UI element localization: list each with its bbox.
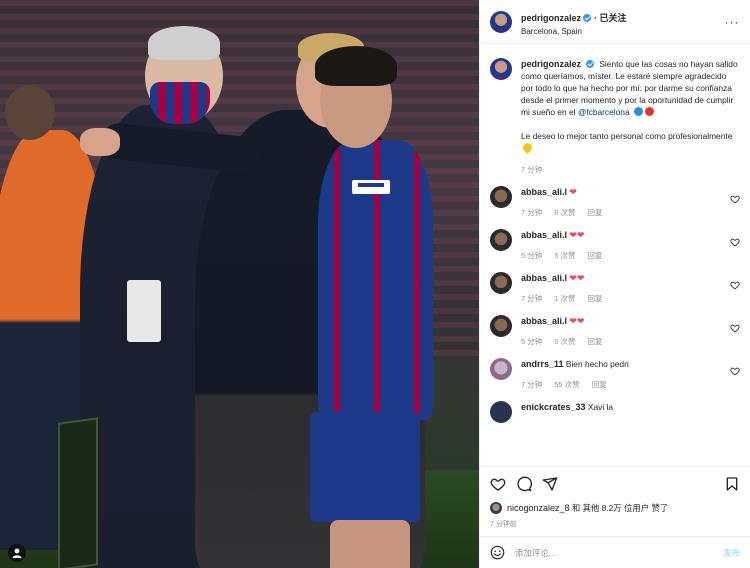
comment-item: enickcrates_33 Xavi la [490,401,740,423]
comment-body: abbas_ali.l ❤ 7 分钟 6 次赞 回复 [521,186,740,218]
bookmark-icon[interactable] [724,476,740,492]
comment-like-heart-icon[interactable] [730,363,740,376]
post-time-ago: 7 分钟前 [490,521,517,528]
comment-body: enickcrates_33 Xavi la [521,401,740,413]
post-actions [480,466,750,500]
comment-time: 7 分钟 [521,294,543,303]
comment-username[interactable]: abbas_ali.l [521,230,567,240]
comment-avatar[interactable] [490,315,512,337]
likes-count-text[interactable]: 和 其他 8.2万 位用户 赞了 [572,502,668,514]
comment-like-heart-icon[interactable] [730,277,740,290]
liker-avatar[interactable] [490,502,502,514]
caption-body-2: Le deseo lo mejor tanto personal como pr… [521,131,733,141]
share-paper-plane-icon[interactable] [542,476,558,492]
following-label[interactable]: · 已关注 [594,13,627,23]
like-heart-icon[interactable] [490,476,506,492]
comment-username[interactable]: abbas_ali.l [521,316,567,326]
instagram-post-view: pedrigonzalez · 已关注 Barcelona, Spain ··· … [0,0,750,568]
comments-scroll[interactable]: pedrigonzalez Siento que las cosas no ha… [480,44,750,466]
comment-item: abbas_ali.l ❤❤ 7 分钟 1 次赞 回复 [490,272,740,304]
comment-username[interactable]: enickcrates_33 [521,402,586,412]
lanyard-badge [127,280,161,342]
player-orange-head [5,85,55,140]
liker-username[interactable]: nicogonzalez_8 [507,503,570,513]
comment-body: abbas_ali.l ❤❤ 5 分钟 5 次赞 回复 [521,315,740,347]
comment-text: Bien hecho pedri [565,359,629,369]
comment-input[interactable] [515,547,724,558]
comment-text: ❤❤ [569,273,585,283]
comment-avatar[interactable] [490,186,512,208]
comment-like-heart-icon[interactable] [730,191,740,204]
comment-avatar[interactable] [490,401,512,423]
sponsor-logo [352,180,390,194]
comment-time: 5 分钟 [521,251,543,260]
comment-time: 7 分钟 [521,380,543,389]
comment-likes[interactable]: 5 次赞 [554,336,575,347]
comment-text: ❤❤ [569,316,585,326]
tagged-user-icon[interactable] [8,544,26,562]
comment-bubble-icon[interactable] [516,476,533,492]
yellow-heart-emoji [521,141,534,154]
verified-icon [586,60,595,68]
comment-like-heart-icon[interactable] [730,234,740,247]
author-meta: pedrigonzalez · 已关注 Barcelona, Spain [521,7,724,37]
comment-username[interactable]: andrrs_11 [521,359,564,369]
comment-text: Xavi la [587,402,614,412]
comment-body: abbas_ali.l ❤❤ 7 分钟 1 次赞 回复 [521,272,740,304]
reply-button[interactable]: 回复 [588,336,603,347]
comment-item: andrrs_11 Bien hecho pedri 7 分钟 55 次赞 回复 [490,358,740,390]
man-mask-hair [148,26,220,60]
mention-link[interactable]: @fcbarcelona [578,107,630,117]
reply-button[interactable]: 回复 [592,379,607,390]
comment-body: abbas_ali.l ❤❤ 5 分钟 5 次赞 回复 [521,229,740,261]
caption-time: 7 分钟 [521,165,543,174]
comment-likes[interactable]: 6 次赞 [554,207,575,218]
verified-icon [583,13,592,22]
reply-button[interactable]: 回复 [588,293,603,304]
comment-username[interactable]: abbas_ali.l [521,187,567,197]
comment-likes[interactable]: 1 次赞 [554,293,575,304]
comment-username[interactable]: abbas_ali.l [521,273,567,283]
comment-item: abbas_ali.l ❤❤ 5 分钟 5 次赞 回复 [490,229,740,261]
more-options-icon[interactable]: ··· [724,15,740,29]
reply-button[interactable]: 回复 [588,250,603,261]
coach-hand [80,128,120,156]
likes-summary: nicogonzalez_8 和 其他 8.2万 位用户 赞了 [480,500,750,516]
emoji-smiley-icon[interactable] [490,545,505,560]
comment-avatar[interactable] [490,272,512,294]
comment-item: abbas_ali.l ❤❤ 5 分钟 5 次赞 回复 [490,315,740,347]
location-link[interactable]: Barcelona, Spain [521,27,724,37]
caption-avatar[interactable] [490,58,512,80]
comment-body: andrrs_11 Bien hecho pedri 7 分钟 55 次赞 回复 [521,358,740,390]
comment-likes[interactable]: 55 次赞 [554,379,579,390]
post-comment-button[interactable]: 发布 [723,547,740,559]
blue-circle-emoji [633,107,643,116]
caption-text: pedrigonzalez Siento que las cosas no ha… [521,58,740,154]
caption-username[interactable]: pedrigonzalez [521,59,581,69]
comment-text: ❤❤ [569,230,585,240]
comment-avatar[interactable] [490,358,512,380]
red-circle-emoji [644,107,654,116]
comment-time: 7 分钟 [521,208,543,217]
author-username[interactable]: pedrigonzalez [521,13,581,23]
post-caption: pedrigonzalez Siento que las cosas no ha… [490,58,740,154]
player-pedri-hair [315,46,397,86]
post-photo[interactable] [0,0,479,568]
comment-text: ❤ [569,187,577,197]
face-mask [150,82,210,124]
post-side-panel: pedrigonzalez · 已关注 Barcelona, Spain ··· … [479,0,750,568]
player-shorts [310,412,420,522]
post-header: pedrigonzalez · 已关注 Barcelona, Spain ··· [480,0,750,44]
comment-like-heart-icon[interactable] [730,320,740,333]
player-legs [330,520,410,568]
comment-time: 5 分钟 [521,337,543,346]
author-avatar[interactable] [490,10,512,33]
substitution-board [58,417,98,568]
add-comment-bar: 发布 [480,536,750,568]
comment-likes[interactable]: 5 次赞 [554,250,575,261]
comment-item: abbas_ali.l ❤ 7 分钟 6 次赞 回复 [490,186,740,218]
comment-avatar[interactable] [490,229,512,251]
reply-button[interactable]: 回复 [588,207,603,218]
